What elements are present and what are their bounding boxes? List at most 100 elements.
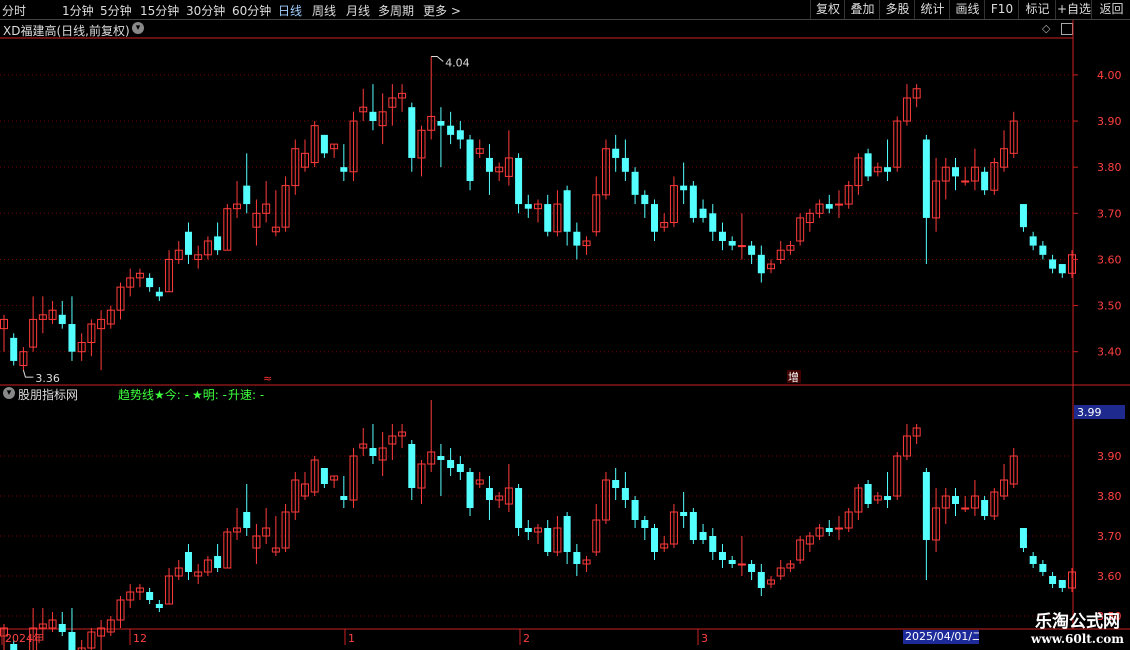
candle-body [612, 148, 620, 158]
candle-body [737, 245, 746, 248]
indicator-candle-body [194, 571, 203, 577]
indicator-candle-body [757, 572, 765, 588]
candle-body [641, 194, 649, 205]
candle-body [330, 143, 339, 150]
tab-period-6[interactable]: 日线 [278, 2, 302, 19]
candle-body [1000, 148, 1009, 168]
indicator-candle-body [214, 556, 222, 568]
candle-body [271, 226, 280, 233]
indicator-candle-body [515, 488, 523, 528]
indicator-candle-body [573, 552, 581, 564]
indicator-candle-body [485, 488, 493, 500]
indicator-candle-body [427, 451, 436, 465]
indicator-candle-body [932, 507, 941, 541]
candle-body [854, 157, 863, 187]
candle-body [320, 134, 328, 154]
indicator-candle-body [854, 487, 863, 513]
candle-body [106, 309, 115, 325]
chevron-down-icon[interactable]: ▾ [132, 22, 144, 34]
tab-period-7[interactable]: 周线 [312, 2, 336, 19]
y-tick-label: 3.40 [1097, 346, 1122, 359]
candle-body [941, 166, 950, 182]
tab-period-2[interactable]: 5分钟 [100, 2, 132, 19]
candle-body [932, 180, 941, 219]
indicator-candle-body [388, 435, 397, 445]
tab-period-8[interactable]: 月线 [346, 2, 370, 19]
toolbar-button-6[interactable]: 标记 [1018, 0, 1056, 19]
tab-period-1[interactable]: 1分钟 [62, 2, 94, 19]
event-marker-bg [787, 370, 801, 383]
indicator-candle-body [87, 631, 96, 649]
candle-body [660, 222, 669, 228]
indicator-candle-body [718, 552, 726, 560]
candle-body [0, 318, 8, 330]
toolbar-button-4[interactable]: 画线 [949, 0, 985, 19]
y-tick-label: 3.50 [1097, 300, 1122, 313]
candle-body [689, 185, 697, 218]
candle-body [203, 240, 212, 256]
candle-body [135, 272, 144, 279]
candle-body [223, 208, 232, 251]
toolbar-button-2[interactable]: 多股 [879, 0, 915, 19]
high-label: 4.04 [445, 56, 470, 69]
toolbar-button-7[interactable]: +自选 [1055, 0, 1092, 19]
candle-body [1009, 120, 1018, 154]
tab-period-5[interactable]: 60分钟 [232, 2, 271, 19]
candle-body [48, 309, 57, 320]
indicator-candle-body [1009, 455, 1018, 485]
candle-body [515, 157, 523, 205]
indicator-candle-body [203, 559, 212, 573]
candle-body [651, 204, 659, 232]
indicator-candle-body [922, 472, 930, 540]
indicator-name[interactable]: 股朋指标网 [18, 386, 78, 403]
window-toggle-icon[interactable] [1061, 23, 1073, 35]
toolbar-button-5[interactable]: F10 [984, 0, 1019, 19]
candle-body [340, 167, 348, 172]
tab-period-10[interactable]: 更多 > [423, 2, 461, 19]
indicator-candle-body [1049, 576, 1057, 584]
event-marker: ≈ [263, 372, 272, 385]
tab-period-0[interactable]: 分时 [2, 2, 26, 19]
indicator-candle-body [1000, 479, 1009, 497]
candle-body [456, 130, 464, 140]
candle-body [1049, 259, 1057, 269]
toolbar-button-1[interactable]: 叠加 [844, 0, 880, 19]
tab-period-3[interactable]: 15分钟 [140, 2, 179, 19]
candle-body [563, 190, 571, 232]
y-tick-label: 4.00 [1097, 69, 1122, 82]
indicator-candle-body [10, 644, 18, 650]
candle-body [87, 323, 96, 343]
toolbar-button-0[interactable]: 复权 [810, 0, 845, 19]
candle-body [884, 167, 892, 172]
indicator-candle-body [592, 519, 601, 553]
candle-body [1019, 204, 1027, 228]
indicator-candle-body [699, 532, 707, 540]
indicator-candle-body [553, 527, 562, 553]
indicator-candle-body [281, 511, 290, 549]
tab-period-4[interactable]: 30分钟 [186, 2, 225, 19]
y-tick-label: 3.70 [1097, 207, 1122, 220]
kline-chart[interactable]: 4.00 3.90 3.80 3.70 3.60 3.50 3.40 3.90 3.80 3.70… [0, 0, 1130, 650]
candle-body [252, 212, 261, 228]
y-tick-label: 3.90 [1097, 115, 1122, 128]
indicator-candle-body [262, 527, 271, 537]
candle-body [718, 231, 726, 241]
main-chart-title: XD福建高(日线,前复权) [3, 24, 130, 38]
indicator-candle-body [767, 579, 776, 585]
candle-body [631, 171, 639, 195]
chevron-down-icon[interactable]: ▾ [3, 387, 15, 399]
candle-body [621, 157, 629, 172]
indicator-candle-body [1019, 528, 1027, 548]
indicator-candle-body [359, 443, 368, 449]
diamond-icon[interactable]: ◇ [1042, 22, 1050, 35]
candle-body [776, 249, 785, 260]
indicator-candle-body [748, 564, 756, 572]
candle-body [359, 106, 368, 113]
tab-period-9[interactable]: 多周期 [378, 2, 414, 19]
toolbar-button-8[interactable]: 返回 [1091, 0, 1130, 19]
candle-body [281, 185, 290, 228]
indicator-candle-body [408, 444, 416, 488]
toolbar-button-3[interactable]: 统计 [914, 0, 950, 19]
indicator-candle-body [174, 567, 183, 577]
indicator-candle-body [252, 535, 261, 549]
